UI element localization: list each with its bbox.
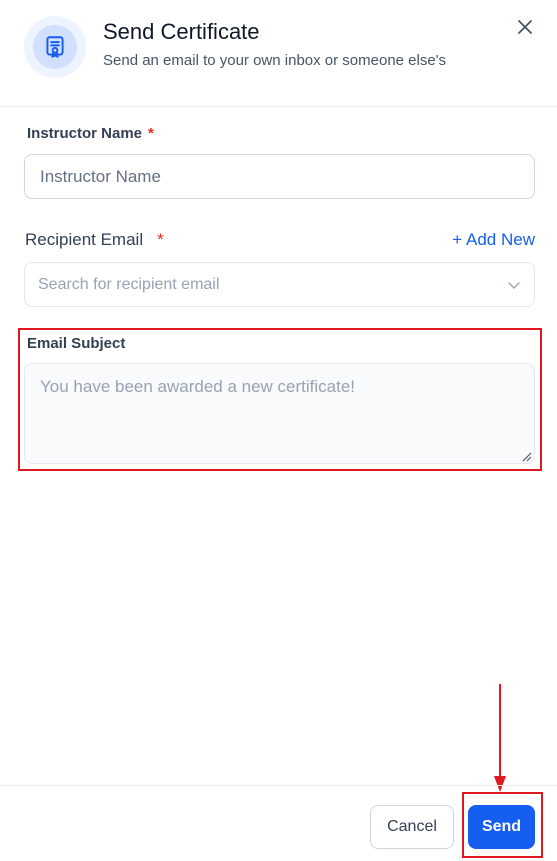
email-subject-textarea[interactable] bbox=[24, 363, 535, 464]
modal-title: Send Certificate bbox=[103, 19, 260, 44]
header-icon-badge bbox=[24, 16, 86, 78]
footer-divider bbox=[0, 785, 557, 786]
recipient-email-placeholder: Search for recipient email bbox=[38, 275, 220, 293]
email-subject-label: Email Subject bbox=[27, 335, 126, 352]
chevron-down-icon bbox=[508, 281, 520, 289]
close-button[interactable] bbox=[512, 14, 538, 40]
modal-header: Send Certificate Send an email to your o… bbox=[0, 0, 557, 107]
instructor-name-label: Instructor Name * bbox=[27, 125, 154, 142]
send-button[interactable]: Send bbox=[468, 805, 535, 849]
certificate-icon bbox=[46, 36, 64, 58]
modal-subtitle: Send an email to your own inbox or someo… bbox=[103, 52, 447, 69]
annotation-arrow bbox=[494, 684, 506, 792]
instructor-name-input[interactable] bbox=[24, 154, 535, 199]
close-icon bbox=[518, 20, 532, 34]
cancel-button[interactable]: Cancel bbox=[370, 805, 454, 849]
recipient-email-select[interactable]: Search for recipient email bbox=[24, 262, 535, 307]
required-marker: * bbox=[148, 125, 154, 142]
add-new-recipient-link[interactable]: + Add New bbox=[452, 230, 535, 250]
resize-handle-icon[interactable] bbox=[521, 451, 532, 462]
required-marker: * bbox=[157, 230, 164, 249]
recipient-email-label: Recipient Email * bbox=[25, 230, 164, 249]
